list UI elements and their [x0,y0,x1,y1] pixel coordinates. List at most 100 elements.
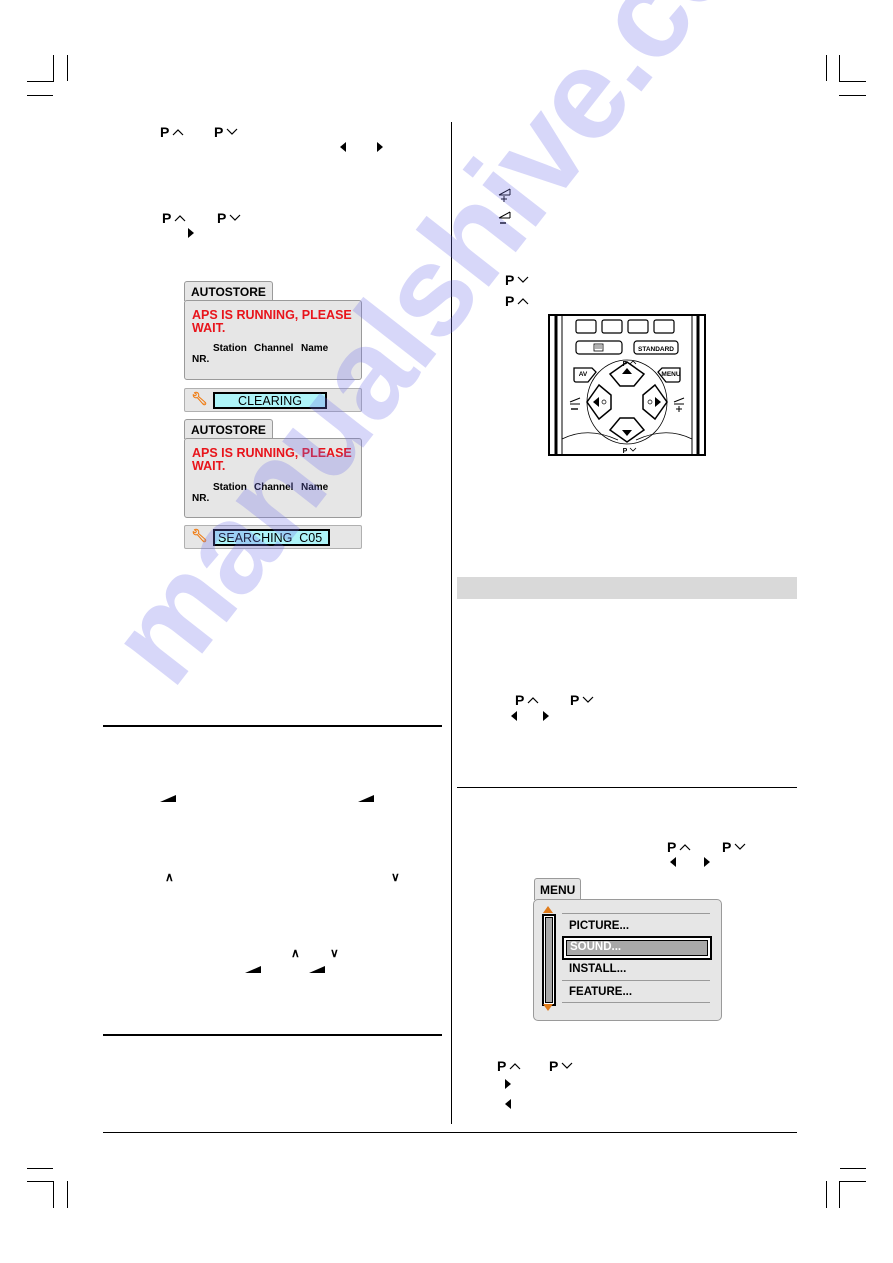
crop-mark [839,81,866,82]
volume-icon [245,966,261,973]
caret-down-icon: ∨ [391,870,400,884]
program-down-key: P [505,273,529,287]
right-arrow-icon [188,228,194,238]
wrench-icon: 🔧︎ [191,391,208,406]
osd-status-field: SEARCHING C05 [213,529,330,546]
crop-mark [67,1181,68,1208]
volume-down-icon [498,211,511,224]
volume-up-icon [498,188,511,202]
volume-icon [309,966,325,973]
svg-text:MENU: MENU [661,371,680,378]
left-arrow-icon [505,1099,511,1109]
crop-mark [67,55,68,81]
crop-mark [27,95,53,96]
caret-down-icon: ∨ [330,946,339,960]
remote-control-illustration: STANDARD AV MENU P P [548,314,706,456]
menu-item-picture[interactable]: PICTURE... [569,920,629,933]
svg-text:AV: AV [579,371,588,378]
program-up-key: P [160,125,184,139]
wrench-icon: 🔧︎ [191,528,208,543]
volume-icon [160,795,176,802]
left-arrow-icon [340,142,346,152]
program-up-key: P [515,693,539,707]
crop-mark [53,1181,54,1208]
chevron-up-icon [174,215,186,222]
osd-column-name: Name [301,482,329,493]
menu-item-install[interactable]: INSTALL... [569,963,626,976]
section-rule-left-2 [103,1034,442,1036]
menu-item-sound: SOUND... [570,941,622,953]
osd-status-field: CLEARING [213,392,327,409]
menu-divider [562,913,710,914]
osd-tab-autostore: AUTOSTORE [184,281,273,301]
osd-panel: APS IS RUNNING, PLEASE WAIT. Station Cha… [184,438,362,518]
right-arrow-icon [543,711,549,721]
crop-mark [840,1168,866,1169]
volume-icon [358,795,374,802]
osd-nr-label: NR. [192,493,210,504]
caret-up-icon: ∧ [165,870,174,884]
program-up-key: P [497,1059,521,1073]
chevron-down-icon [517,276,529,283]
svg-text:P: P [623,448,628,455]
crop-mark [839,55,840,81]
scroll-up-arrow-icon[interactable] [543,906,553,913]
osd-nr-label: NR. [192,354,210,365]
chevron-down-icon [226,128,238,135]
osd-column-station: Station [213,343,247,354]
program-down-key: P [549,1059,573,1073]
program-down-key: P [214,125,238,139]
menu-item-feature[interactable]: FEATURE... [569,986,632,999]
crop-mark [826,1181,827,1208]
chevron-up-icon [517,298,529,305]
osd-message: WAIT. [192,321,226,335]
crop-mark [27,1168,53,1169]
right-arrow-icon [377,142,383,152]
program-down-key: P [722,840,746,854]
osd-status-bar: 🔧︎ SEARCHING C05 [184,525,362,549]
program-up-key: P [667,840,691,854]
program-down-key: P [570,693,594,707]
osd-tab-autostore: AUTOSTORE [184,419,273,439]
caret-up-icon: ∧ [291,946,300,960]
crop-mark [826,55,827,81]
program-up-key: P [162,211,186,225]
osd-column-station: Station [213,482,247,493]
chevron-down-icon [734,843,746,850]
scroll-down-arrow-icon[interactable] [543,1004,553,1011]
menu-item-selected[interactable]: SOUND... [562,936,712,960]
menu-divider [562,980,710,981]
right-arrow-icon [505,1079,511,1089]
chevron-down-icon [229,214,241,221]
menu-osd-panel: PICTURE... SOUND... INSTALL... FEATURE..… [533,899,722,1021]
chevron-down-icon [561,1062,573,1069]
osd-column-name: Name [301,343,329,354]
section-band [457,577,797,599]
crop-mark [839,95,866,96]
crop-mark [839,1181,840,1208]
chevron-up-icon [509,1063,521,1070]
osd-panel: APS IS RUNNING, PLEASE WAIT. Station Cha… [184,300,362,380]
osd-column-channel: Channel [254,482,294,493]
menu-divider [562,1002,710,1003]
osd-message: APS IS RUNNING, PLEASE [192,308,352,322]
crop-mark [53,55,54,81]
program-down-key: P [217,211,241,225]
left-arrow-icon [511,711,517,721]
osd-message: APS IS RUNNING, PLEASE [192,446,352,460]
menu-scrollbar[interactable] [542,914,556,1006]
section-rule-left-1 [103,725,442,727]
osd-status-bar: 🔧︎ CLEARING [184,388,362,412]
svg-text:P: P [623,361,628,368]
menu-osd-tab: MENU [534,878,582,900]
left-arrow-icon [670,857,676,867]
chevron-up-icon [172,129,184,136]
footer-rule [103,1132,797,1133]
program-up-key: P [505,294,529,308]
chevron-up-icon [527,697,539,704]
chevron-down-icon [582,696,594,703]
chevron-up-icon [679,844,691,851]
osd-column-channel: Channel [254,343,294,354]
svg-text:STANDARD: STANDARD [638,346,674,353]
crop-mark [27,81,54,82]
